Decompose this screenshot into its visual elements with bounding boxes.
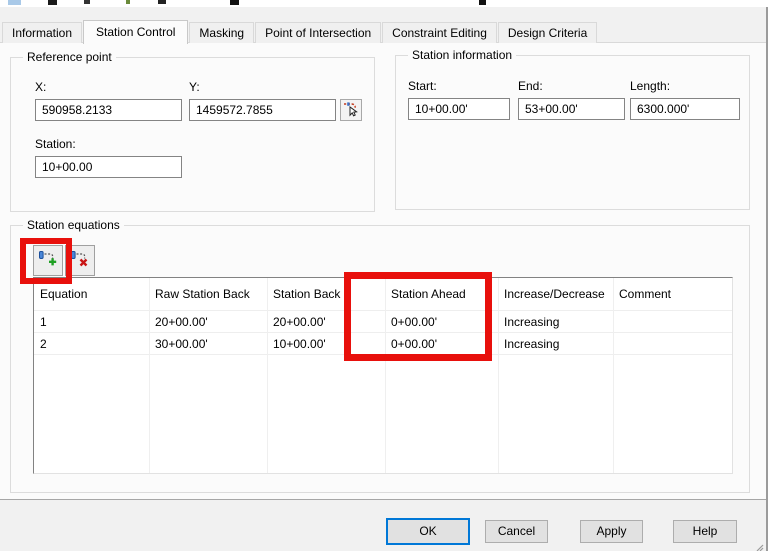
cell-raw-station-back[interactable]: 20+00.00' [149,311,267,332]
y-label: Y: [189,80,200,94]
screen-top-strip [0,0,768,7]
y-field[interactable]: 1459572.7855 [189,99,336,121]
cell-station-back[interactable]: 20+00.00' [267,311,385,332]
screen-edge-fragment [126,0,130,4]
cell-raw-station-back[interactable]: 30+00.00' [149,333,267,354]
add-station-equation-button[interactable] [33,245,63,276]
column-divider [149,278,150,473]
column-header-raw-station-back[interactable]: Raw Station Back [149,278,267,310]
group-title: Station equations [23,218,124,232]
cell-comment[interactable] [613,311,732,332]
help-button[interactable]: Help [673,520,737,543]
screen-edge-fragment [479,0,486,5]
column-divider [613,278,614,473]
tab-point-of-intersection[interactable]: Point of Intersection [255,22,382,43]
column-header-increase-decrease[interactable]: Increase/Decrease [498,278,613,310]
station-label: Station: [35,137,76,151]
dialog-button-strip [0,501,766,551]
station-information-group: Station information [395,48,750,210]
table-row[interactable]: 1 20+00.00' 20+00.00' 0+00.00' Increasin… [34,311,732,333]
end-field[interactable]: 53+00.00' [518,98,625,120]
x-field[interactable]: 590958.2133 [35,99,182,121]
ok-button[interactable]: OK [386,518,470,545]
station-control-dialog: Information Station Control Masking Poin… [0,0,768,551]
screen-edge-fragment [48,0,57,5]
column-header-equation[interactable]: Equation [34,278,149,310]
screen-edge-fragment [8,0,21,5]
end-label: End: [518,79,543,93]
pick-point-on-screen-icon [343,101,359,120]
column-header-comment[interactable]: Comment [613,278,732,310]
start-field[interactable]: 10+00.00' [408,98,510,120]
start-label: Start: [408,79,437,93]
tab-constraint-editing[interactable]: Constraint Editing [382,22,497,43]
cancel-button[interactable]: Cancel [485,520,548,543]
tab-information[interactable]: Information [2,22,83,43]
screen-edge-fragment [230,0,239,5]
group-title: Station information [408,48,517,62]
table-row[interactable]: 2 30+00.00' 10+00.00' 0+00.00' Increasin… [34,333,732,355]
cell-station-ahead[interactable]: 0+00.00' [385,311,498,332]
cell-station-ahead[interactable]: 0+00.00' [385,333,498,354]
column-divider [498,278,499,473]
cell-increase-decrease[interactable]: Increasing [498,311,613,332]
cell-equation[interactable]: 1 [34,311,149,332]
group-title: Reference point [23,50,116,64]
cell-comment[interactable] [613,333,732,354]
x-label: X: [35,80,47,94]
station-field[interactable]: 10+00.00 [35,156,182,178]
column-divider [267,278,268,473]
column-header-station-ahead[interactable]: Station Ahead [385,278,498,310]
cell-station-back[interactable]: 10+00.00' [267,333,385,354]
tab-bar: Information Station Control Masking Poin… [2,20,598,44]
cell-equation[interactable]: 2 [34,333,149,354]
tab-masking[interactable]: Masking [189,22,255,43]
table-header-row: Equation Raw Station Back Station Back S… [34,278,732,311]
delete-station-equation-icon [70,250,90,271]
length-field[interactable]: 6300.000' [630,98,740,120]
tab-design-criteria[interactable]: Design Criteria [497,22,598,43]
column-divider [385,278,386,473]
tab-station-control[interactable]: Station Control [83,20,189,44]
add-station-equation-icon [38,250,58,271]
screen-edge-fragment [84,0,90,4]
pick-point-button[interactable] [340,99,362,121]
station-equations-table[interactable]: Equation Raw Station Back Station Back S… [33,277,733,474]
apply-button[interactable]: Apply [580,520,643,543]
delete-station-equation-button[interactable] [65,245,95,276]
length-label: Length: [630,79,671,93]
resize-grip[interactable] [756,541,764,551]
column-header-station-back[interactable]: Station Back [267,278,385,310]
cell-increase-decrease[interactable]: Increasing [498,333,613,354]
screen-edge-fragment [158,0,166,4]
